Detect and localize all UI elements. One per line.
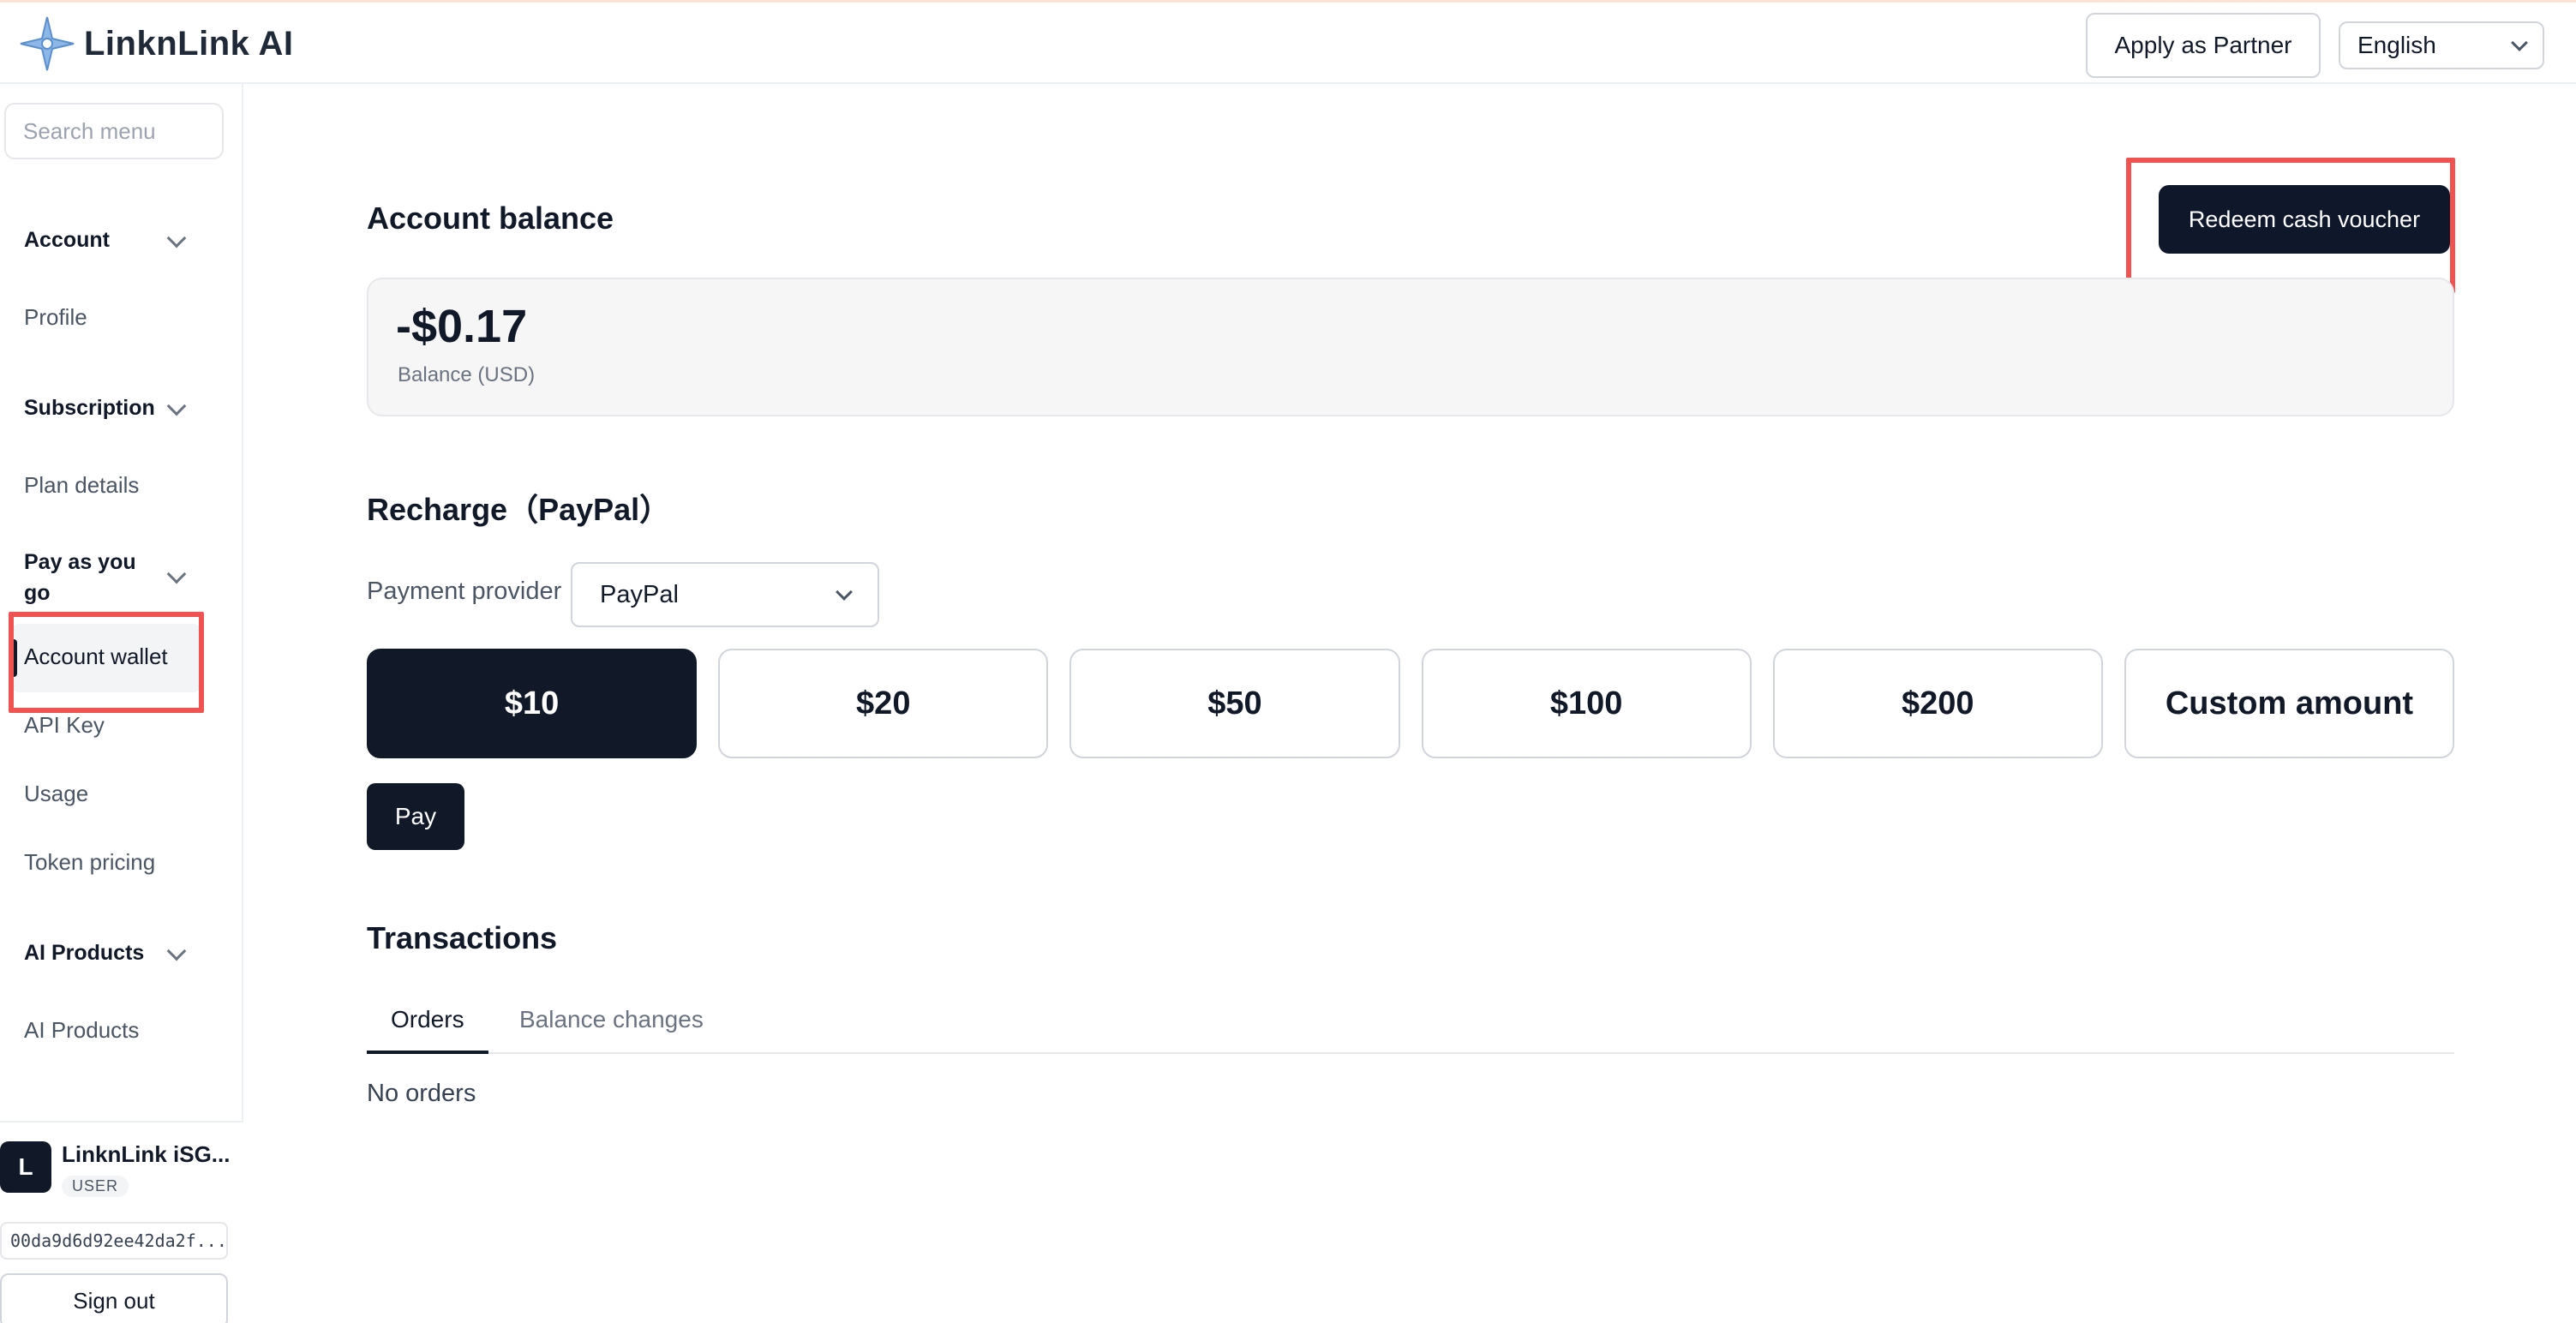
payment-provider-value: PayPal: [600, 580, 679, 608]
active-indicator: [10, 639, 17, 677]
chevron-down-icon: [166, 941, 187, 961]
sidebar: Search menu Account Profile Subscription…: [0, 84, 243, 1323]
balance-label: Balance (USD): [398, 363, 536, 386]
amount-option-200[interactable]: $200: [1772, 649, 2103, 758]
user-card: L LinknLink iSG... USER 00da9d6d92ee42da…: [0, 1121, 243, 1323]
sidebar-item-token-pricing[interactable]: Token pricing: [24, 847, 155, 877]
nav-group-account[interactable]: Account: [24, 224, 195, 255]
amount-option-50[interactable]: $50: [1069, 649, 1400, 758]
payment-provider-select[interactable]: PayPal: [571, 562, 879, 627]
sidebar-item-profile[interactable]: Profile: [24, 302, 87, 332]
language-value: English: [2357, 32, 2436, 58]
sparkle-logo-icon: [20, 16, 75, 71]
brand-name: LinknLink AI: [84, 24, 294, 63]
chevron-down-icon: [2511, 34, 2528, 51]
active-tab-underline: [367, 1051, 488, 1054]
sidebar-item-label: Account wallet: [24, 644, 168, 669]
sidebar-item-plan-details[interactable]: Plan details: [24, 470, 139, 500]
app-root: LinknLink AI Apply as Partner English Se…: [0, 0, 2576, 1323]
recharge-title: Recharge（PayPal）: [367, 492, 671, 527]
nav-group-subscription[interactable]: Subscription: [24, 392, 195, 423]
chevron-down-icon: [836, 584, 853, 601]
pay-button[interactable]: Pay: [367, 783, 464, 850]
balance-card: -$0.17 Balance (USD): [367, 278, 2454, 416]
nav-group-ai-products[interactable]: AI Products: [24, 937, 195, 968]
user-name: LinknLink iSG...: [62, 1141, 231, 1167]
empty-orders-message: No orders: [367, 1080, 476, 1107]
user-id: 00da9d6d92ee42da2f...: [0, 1222, 228, 1260]
avatar: L: [0, 1141, 51, 1193]
sidebar-item-ai-products[interactable]: AI Products: [24, 1015, 139, 1045]
sidebar-item-usage[interactable]: Usage: [24, 778, 88, 809]
amount-option-10[interactable]: $10: [367, 649, 698, 758]
account-balance-title: Account balance: [367, 201, 614, 236]
sign-out-button[interactable]: Sign out: [0, 1273, 228, 1323]
nav-group-label: Account: [24, 228, 110, 252]
payment-provider-label: Payment provider: [367, 578, 562, 605]
user-role-badge: USER: [62, 1176, 129, 1197]
brand-logo[interactable]: LinknLink AI: [19, 15, 294, 72]
search-menu-input[interactable]: Search menu: [4, 103, 224, 159]
top-bar: LinknLink AI Apply as Partner English: [0, 0, 2576, 84]
tab-balance-changes[interactable]: Balance changes: [519, 1006, 704, 1033]
nav-group-label: Pay as you go: [24, 550, 136, 605]
amount-option-20[interactable]: $20: [718, 649, 1049, 758]
tab-orders[interactable]: Orders: [391, 1006, 464, 1033]
sidebar-item-account-wallet[interactable]: Account wallet: [10, 624, 201, 692]
sidebar-item-api-key[interactable]: API Key: [24, 709, 105, 740]
redeem-voucher-button[interactable]: Redeem cash voucher: [2159, 185, 2450, 254]
transactions-title: Transactions: [367, 920, 558, 955]
amount-option-custom[interactable]: Custom amount: [2124, 649, 2455, 758]
nav-group-label: Subscription: [24, 396, 155, 420]
amount-options: $10 $20 $50 $100 $200 Custom amount: [367, 649, 2455, 758]
transaction-tabs: Orders Balance changes: [367, 994, 2454, 1054]
chevron-down-icon: [166, 564, 187, 584]
balance-value: -$0.17: [396, 301, 528, 352]
nav-group-pay-as-you-go[interactable]: Pay as you go: [24, 547, 187, 608]
chevron-down-icon: [166, 228, 187, 248]
apply-partner-button[interactable]: Apply as Partner: [2086, 13, 2321, 78]
chevron-down-icon: [166, 396, 187, 416]
amount-option-100[interactable]: $100: [1421, 649, 1752, 758]
nav-group-label: AI Products: [24, 941, 145, 965]
language-select[interactable]: English: [2339, 21, 2544, 69]
